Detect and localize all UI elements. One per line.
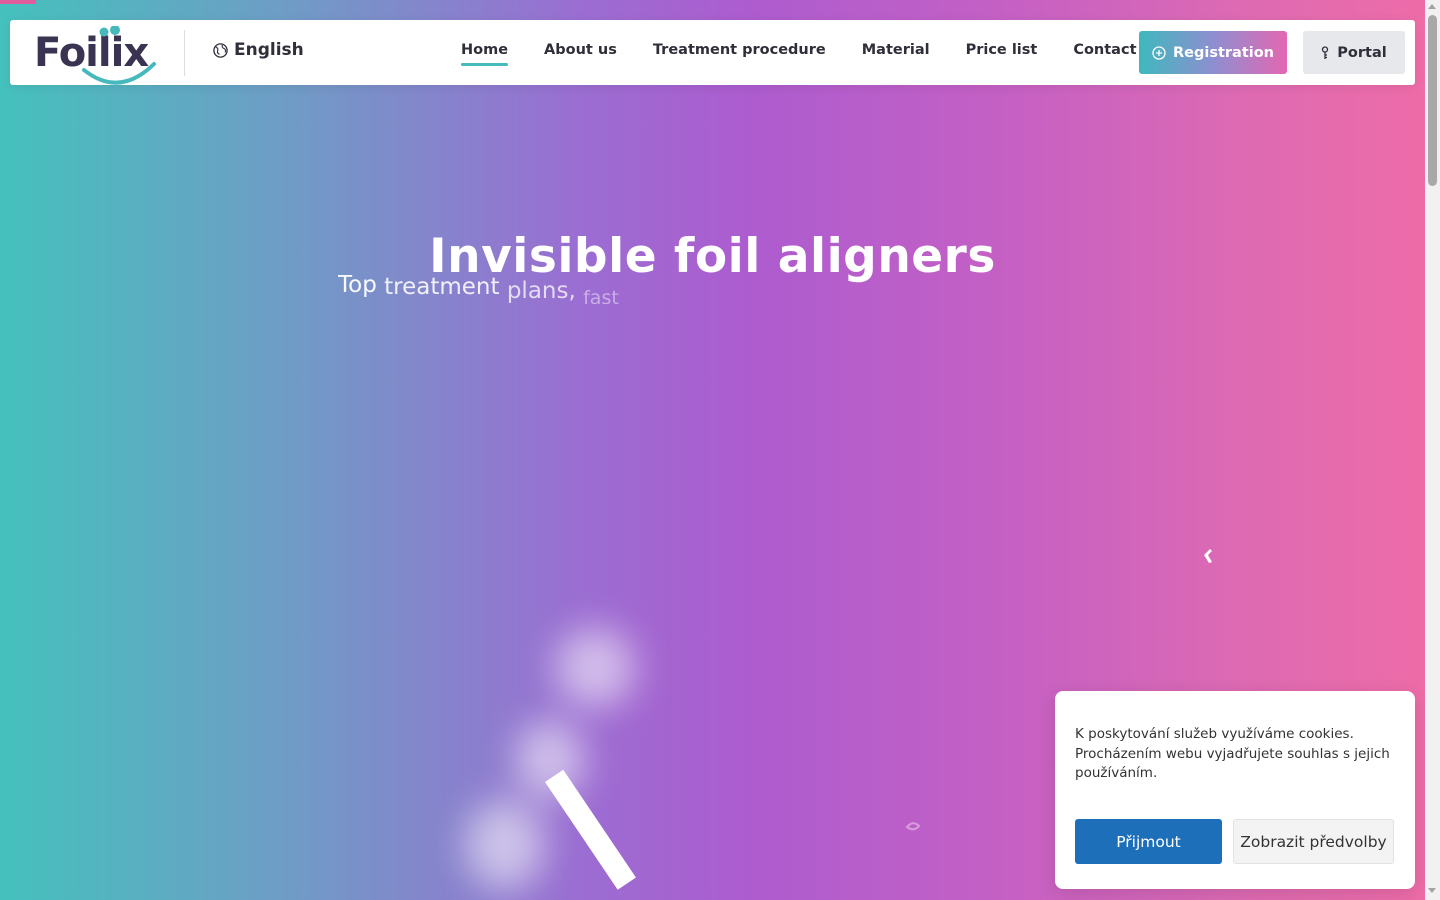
language-label: English — [234, 40, 304, 60]
decorative-bar — [545, 769, 636, 890]
scroll-thumb[interactable] — [1428, 15, 1437, 186]
registration-button[interactable]: Registration — [1139, 31, 1287, 74]
decorative-shape — [1204, 549, 1212, 563]
hero-subtitle-word: Top — [338, 272, 377, 298]
nav-about-us[interactable]: About us — [544, 42, 617, 58]
scroll-down-arrow-icon[interactable] — [1428, 888, 1436, 893]
nav-treatment-procedure[interactable]: Treatment procedure — [653, 42, 826, 58]
plus-circle-icon — [1152, 45, 1166, 60]
language-switcher[interactable]: English — [212, 40, 304, 60]
cookie-message: K poskytování služeb využíváme cookies. … — [1075, 726, 1390, 781]
decorative-glow — [465, 800, 545, 890]
hero-subtitle-word: fast — [583, 287, 619, 304]
main-nav: Home About us Treatment procedure Materi… — [461, 42, 1137, 66]
nav-price-list[interactable]: Price list — [966, 42, 1038, 58]
decorative-shape — [905, 822, 921, 831]
page-scrollbar[interactable] — [1425, 0, 1440, 900]
cookie-preferences-button[interactable]: Zobrazit předvolby — [1233, 819, 1394, 864]
cookie-accept-button[interactable]: Přijmout — [1075, 819, 1222, 864]
scroll-up-arrow-icon[interactable] — [1428, 4, 1436, 9]
hero-subtitle-word: plans, — [506, 278, 576, 304]
site-header: Foilix English Home About us Treatment p… — [10, 20, 1415, 85]
hero-subtitle: Top treatment plans, fast — [338, 272, 658, 304]
nav-home[interactable]: Home — [461, 42, 509, 66]
nav-material[interactable]: Material — [862, 42, 930, 58]
cookie-consent-dialog: K poskytování služeb využíváme cookies. … — [1055, 691, 1415, 889]
portal-button[interactable]: Portal — [1303, 31, 1405, 74]
globe-icon — [213, 42, 228, 58]
registration-label: Registration — [1172, 44, 1275, 61]
portal-label: Portal — [1337, 44, 1387, 61]
nav-contact[interactable]: Contact — [1073, 42, 1136, 58]
foilix-logo[interactable]: Foilix — [34, 26, 164, 86]
logo-smile-icon — [82, 26, 156, 85]
key-icon — [1322, 45, 1329, 59]
hero-title: Invisible foil aligners — [429, 229, 996, 285]
decorative-glow — [555, 628, 635, 708]
top-accent-strip — [0, 0, 36, 4]
hero-subtitle-word: treatment — [384, 274, 500, 300]
header-divider — [184, 30, 185, 76]
